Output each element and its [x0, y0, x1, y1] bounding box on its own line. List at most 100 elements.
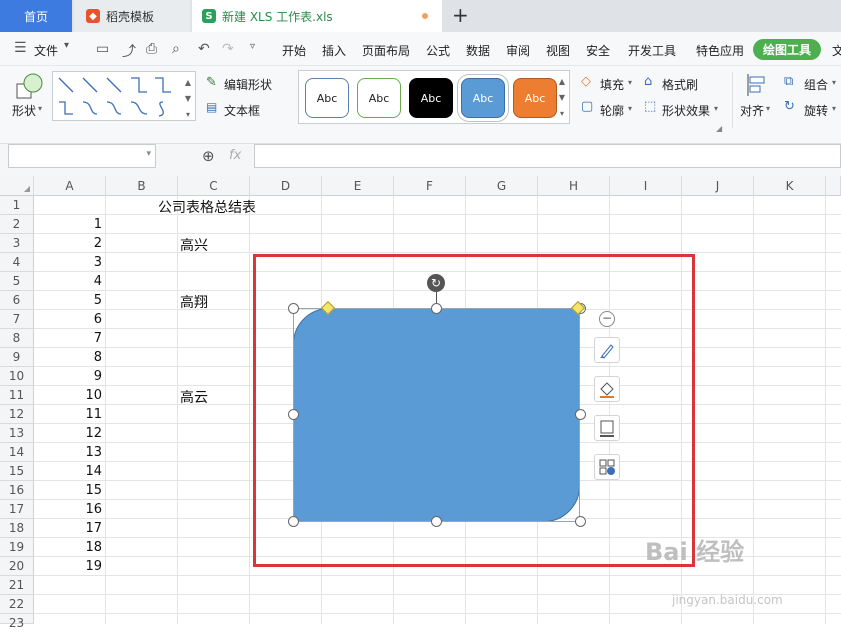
row-header[interactable]: 14 — [0, 443, 34, 462]
tab-drawing-tools[interactable]: 绘图工具 — [753, 39, 821, 60]
edit-shape-icon[interactable]: ✎ — [206, 75, 217, 90]
layout-options-button[interactable] — [594, 454, 620, 480]
menu-item-developer[interactable]: 开发工具 — [628, 42, 676, 59]
undo-icon[interactable]: ↶ — [198, 41, 210, 57]
align-dropdown-icon[interactable]: ▾ — [766, 104, 770, 113]
menu-item-data[interactable]: 数据 — [466, 42, 490, 59]
rotate-button[interactable]: 旋转 — [804, 102, 828, 119]
shape-label[interactable]: 形状 — [12, 102, 36, 119]
tab-template[interactable]: ◆ 稻壳模板 — [74, 0, 190, 32]
resize-handle-right[interactable] — [575, 409, 586, 420]
column-header-d[interactable]: D — [250, 176, 322, 196]
row-header[interactable]: 1 — [0, 196, 34, 215]
outline-button[interactable]: 轮廓 — [600, 102, 624, 119]
cell-a[interactable]: 11 — [34, 407, 102, 422]
resize-handle-top-left[interactable] — [288, 303, 299, 314]
row-header[interactable]: 8 — [0, 329, 34, 348]
format-painter-icon[interactable]: ⌂ — [644, 74, 652, 89]
row-header[interactable]: 11 — [0, 386, 34, 405]
outline-icon[interactable]: ▢ — [581, 99, 593, 114]
column-header-b[interactable]: B — [106, 176, 178, 196]
style-fill-black[interactable]: Abc — [409, 78, 453, 118]
outline-dropdown-icon[interactable]: ▾ — [628, 104, 632, 113]
fill-icon[interactable]: ◇ — [581, 74, 591, 89]
hamburger-icon[interactable]: ☰ — [14, 40, 27, 56]
line-shapes-icon[interactable] — [55, 74, 183, 120]
tab-file[interactable]: S 新建 XLS 工作表.xls — [192, 0, 442, 32]
zoom-search-icon[interactable]: ⊕ — [202, 147, 215, 165]
menu-item-special[interactable]: 特色应用 — [696, 42, 744, 59]
style-fill-orange[interactable]: Abc — [513, 78, 557, 118]
shape-effects-button[interactable]: 形状效果 — [662, 102, 710, 119]
column-header-g[interactable]: G — [466, 176, 538, 196]
row-header[interactable]: 5 — [0, 272, 34, 291]
menu-item-insert[interactable]: 插入 — [322, 42, 346, 59]
fill-button[interactable]: 填充 — [600, 76, 624, 93]
cell-a[interactable]: 9 — [34, 369, 102, 384]
name-box[interactable]: ▾ — [8, 144, 156, 168]
row-header[interactable]: 18 — [0, 519, 34, 538]
shape-effects-icon[interactable]: ⬚ — [644, 99, 656, 114]
column-header-i[interactable]: I — [610, 176, 682, 196]
row-header[interactable]: 3 — [0, 234, 34, 253]
shape-effects-dropdown-icon[interactable]: ▾ — [714, 104, 718, 113]
resize-handle-bottom[interactable] — [431, 516, 442, 527]
shape-fill-button[interactable] — [594, 376, 620, 402]
column-header-j[interactable]: J — [682, 176, 754, 196]
file-menu[interactable]: 文件 — [34, 42, 58, 59]
chevron-down-icon[interactable]: ▾ — [64, 40, 69, 51]
cell-c-name[interactable]: 高云 — [180, 387, 208, 407]
row-header[interactable]: 7 — [0, 310, 34, 329]
style-fill-blue[interactable]: Abc — [457, 74, 509, 122]
shape-style-gallery[interactable]: Abc Abc Abc Abc Abc ▲ ▼ ▾ — [298, 70, 570, 124]
edit-shape-button[interactable]: 编辑形状 — [224, 76, 272, 93]
text-box-icon[interactable]: ▤ — [206, 100, 217, 114]
menu-item-formula[interactable]: 公式 — [426, 42, 450, 59]
align-button[interactable]: 对齐 — [740, 102, 764, 119]
cell-a[interactable]: 18 — [34, 540, 102, 555]
print-preview-icon[interactable]: ⌕ — [172, 41, 180, 57]
cell-a[interactable]: 2 — [34, 236, 102, 251]
formula-input[interactable] — [254, 144, 841, 168]
row-header[interactable]: 6 — [0, 291, 34, 310]
resize-handle-top[interactable] — [431, 303, 442, 314]
column-header-e[interactable]: E — [322, 176, 394, 196]
align-icon[interactable] — [746, 72, 768, 98]
text-box-button[interactable]: 文本框 — [224, 102, 260, 119]
format-painter-button[interactable]: 格式刷 — [662, 76, 698, 93]
cell-a[interactable]: 8 — [34, 350, 102, 365]
cell-a[interactable]: 4 — [34, 274, 102, 289]
shape-icon[interactable] — [14, 72, 44, 102]
rotate-handle-icon[interactable]: ↻ — [427, 274, 445, 292]
menu-item-security[interactable]: 安全 — [586, 42, 610, 59]
column-header-a[interactable]: A — [34, 176, 106, 196]
menu-item-cutoff[interactable]: 文 — [832, 42, 841, 59]
ribbon-expand-icon[interactable]: ◢ — [716, 124, 722, 133]
row-header[interactable]: 17 — [0, 500, 34, 519]
cell-a[interactable]: 12 — [34, 426, 102, 441]
collapse-toolbar-icon[interactable]: − — [599, 311, 615, 327]
row-header[interactable]: 21 — [0, 576, 34, 595]
row-header[interactable]: 16 — [0, 481, 34, 500]
resize-handle-left[interactable] — [288, 409, 299, 420]
style-outline-green[interactable]: Abc — [357, 78, 401, 118]
cell-a[interactable]: 5 — [34, 293, 102, 308]
rotate-dropdown-icon[interactable]: ▾ — [832, 104, 836, 113]
row-header[interactable]: 12 — [0, 405, 34, 424]
group-button[interactable]: 组合 — [804, 76, 828, 93]
cell-c-name[interactable]: 高翔 — [180, 292, 208, 312]
column-header-partial[interactable] — [826, 176, 841, 196]
group-icon[interactable]: ⧉ — [784, 74, 793, 89]
fill-dropdown-icon[interactable]: ▾ — [628, 78, 632, 87]
chevron-down-icon[interactable]: ▾ — [146, 149, 151, 159]
menu-item-page-layout[interactable]: 页面布局 — [362, 42, 410, 59]
rotate-icon[interactable]: ↻ — [784, 99, 795, 114]
style-outline-blue[interactable]: Abc — [305, 78, 349, 118]
cell-c-name[interactable]: 高兴 — [180, 235, 208, 255]
gallery-scroll[interactable]: ▲ ▼ ▾ — [183, 75, 193, 123]
column-header-h[interactable]: H — [538, 176, 610, 196]
column-header-k[interactable]: K — [754, 176, 826, 196]
cell-a[interactable]: 3 — [34, 255, 102, 270]
select-all-corner[interactable]: ◢ — [0, 176, 34, 196]
row-header[interactable]: 19 — [0, 538, 34, 557]
